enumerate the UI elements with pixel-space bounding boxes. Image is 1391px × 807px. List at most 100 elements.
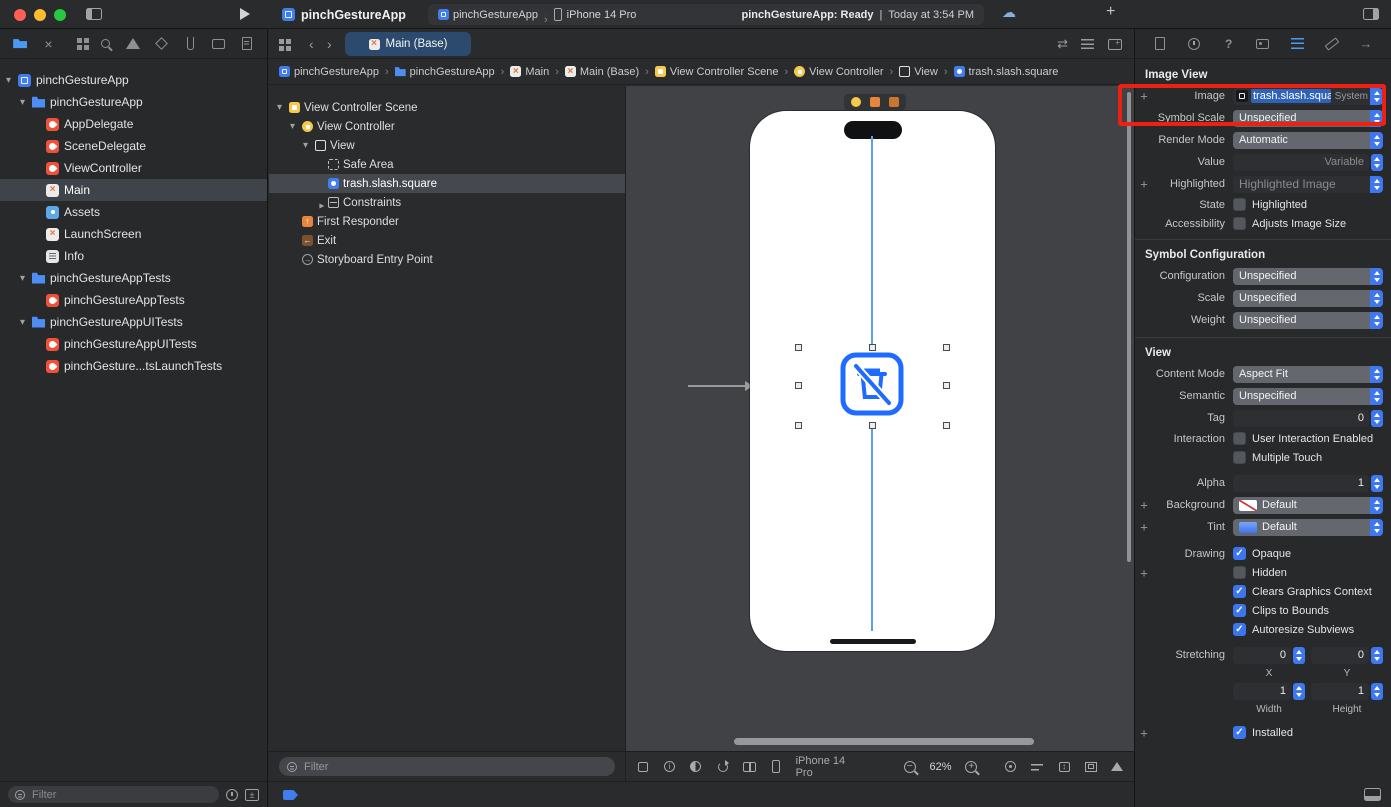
render-mode-popup[interactable]: Automatic [1233,131,1383,149]
value-field[interactable]: Variable [1233,153,1369,171]
resize-handle[interactable] [869,344,876,351]
view-controller-dock-icon[interactable] [851,97,861,107]
tests-navigator-tab[interactable] [151,34,173,54]
resize-handle[interactable] [943,382,950,389]
add-background-attribute-button[interactable]: + [1139,498,1149,513]
highlighted-checkbox[interactable] [1233,198,1246,211]
disclosure-icon[interactable] [277,102,289,113]
clips-to-bounds-checkbox[interactable] [1233,604,1246,617]
close-window-button[interactable] [14,9,26,21]
device-label[interactable]: iPhone 14 Pro [796,755,855,779]
add-drawing-attribute-button[interactable]: + [1139,565,1149,580]
outline-row-view[interactable]: View [269,136,625,155]
source-control-navigator-tab[interactable] [37,34,59,54]
add-highlighted-attribute-button[interactable]: + [1139,177,1149,192]
issues-navigator-tab[interactable] [122,34,144,54]
navigator-filter-input[interactable] [30,787,212,802]
disclosure-icon[interactable] [6,75,18,86]
history-inspector-tab[interactable] [1183,34,1205,54]
tag-stepper[interactable] [1371,409,1383,427]
outline-row-safe-area[interactable]: Safe Area [269,155,625,174]
tab-main-base[interactable]: Main (Base) [345,32,471,56]
zoom-out-icon[interactable]: − [903,758,917,776]
breadcrumb-scene[interactable]: View Controller Scene [654,66,778,78]
installed-checkbox[interactable] [1233,726,1246,739]
project-navigator-tab[interactable] [9,34,31,54]
align-icon[interactable] [1031,758,1045,776]
outline-row-scene[interactable]: View Controller Scene [269,98,625,117]
image-combo-box[interactable]: trash.slash.squar System [1233,87,1383,105]
semantic-popup[interactable]: Unspecified [1233,387,1383,405]
resize-handle[interactable] [795,344,802,351]
file-row[interactable]: SceneDelegate [0,135,267,157]
breadcrumb-view[interactable]: View [899,66,938,78]
configuration-popup[interactable]: Unspecified [1233,267,1383,285]
debug-navigator-tab[interactable] [179,34,201,54]
multiple-touch-checkbox[interactable] [1233,451,1246,464]
outline-row-constraints[interactable]: Constraints [269,193,625,212]
bookmarks-navigator-tab[interactable] [66,34,88,54]
resolve-autolayout-icon[interactable] [1110,758,1124,776]
file-row[interactable]: LaunchScreen [0,223,267,245]
image-stepper[interactable] [1370,87,1383,105]
zoom-window-button[interactable] [54,9,66,21]
embed-in-icon[interactable] [1084,758,1098,776]
file-row[interactable]: ViewController [0,157,267,179]
code-review-icon[interactable] [1057,29,1068,59]
forward-button[interactable]: › [327,29,332,59]
top-constraint-line[interactable] [871,136,873,351]
file-row[interactable]: pinchGestureAppUITests [0,333,267,355]
disclosure-icon[interactable] [303,140,315,151]
toggle-inspector-icon[interactable] [1363,8,1379,20]
scale-popup[interactable]: Unspecified [1233,289,1383,307]
back-button[interactable]: ‹ [309,29,314,59]
hidden-checkbox[interactable] [1233,566,1246,579]
outline-filter-input[interactable] [302,759,607,774]
minimize-window-button[interactable] [34,9,46,21]
zoom-level[interactable]: 62% [929,761,951,773]
appearance-icon[interactable] [689,758,703,776]
alpha-field[interactable]: 1 [1233,474,1369,492]
outline-filter-field[interactable] [279,757,615,776]
adjusts-image-size-checkbox[interactable] [1233,217,1246,230]
stretching-width-stepper[interactable] [1293,682,1305,700]
run-button[interactable] [240,8,250,20]
file-row-group[interactable]: pinchGestureApp [0,91,267,113]
opaque-checkbox[interactable] [1233,547,1246,560]
alpha-stepper[interactable] [1371,474,1383,492]
clears-graphics-context-checkbox[interactable] [1233,585,1246,598]
file-row[interactable]: AppDelegate [0,113,267,135]
disclosure-icon[interactable] [20,97,32,108]
accessibility-info-icon[interactable]: i [663,758,677,776]
tint-popup[interactable]: Default [1233,518,1383,536]
scheme-name[interactable]: pinchGestureApp [453,9,538,21]
file-row[interactable]: Assets [0,201,267,223]
value-stepper[interactable] [1371,153,1383,171]
outline-row-first-responder[interactable]: First Responder [269,212,625,231]
content-mode-popup[interactable]: Aspect Fit [1233,365,1383,383]
disclosure-icon[interactable] [20,273,32,284]
vertical-scrollbar[interactable] [1127,92,1131,562]
highlighted-stepper[interactable] [1370,175,1383,193]
quick-help-inspector-tab[interactable]: ? [1218,34,1240,54]
resize-handle[interactable] [943,344,950,351]
background-popup[interactable]: Default [1233,496,1383,514]
breadcrumb-view-controller[interactable]: View Controller [794,66,884,78]
stretching-width-field[interactable]: 1 [1233,682,1291,700]
outline-row-entry-point[interactable]: Storyboard Entry Point [269,250,625,269]
outline-row-exit[interactable]: Exit [269,231,625,250]
run-destination[interactable]: iPhone 14 Pro [567,9,637,21]
disclosure-icon[interactable] [290,121,302,132]
device-icon[interactable] [769,758,783,776]
user-interaction-enabled-checkbox[interactable] [1233,432,1246,445]
resize-handle[interactable] [943,422,950,429]
resize-handle[interactable] [869,422,876,429]
highlighted-combo-box[interactable]: Highlighted Image [1233,175,1383,193]
add-library-button[interactable]: + [1106,3,1115,21]
resize-handle[interactable] [795,382,802,389]
breadcrumb-project[interactable]: pinchGestureApp [279,66,379,78]
outline-row-view-controller[interactable]: View Controller [269,117,625,136]
outline-row-image-view-selected[interactable]: trash.slash.square [269,174,625,193]
file-row-group[interactable]: pinchGestureAppTests [0,267,267,289]
devices-icon[interactable] [636,758,650,776]
